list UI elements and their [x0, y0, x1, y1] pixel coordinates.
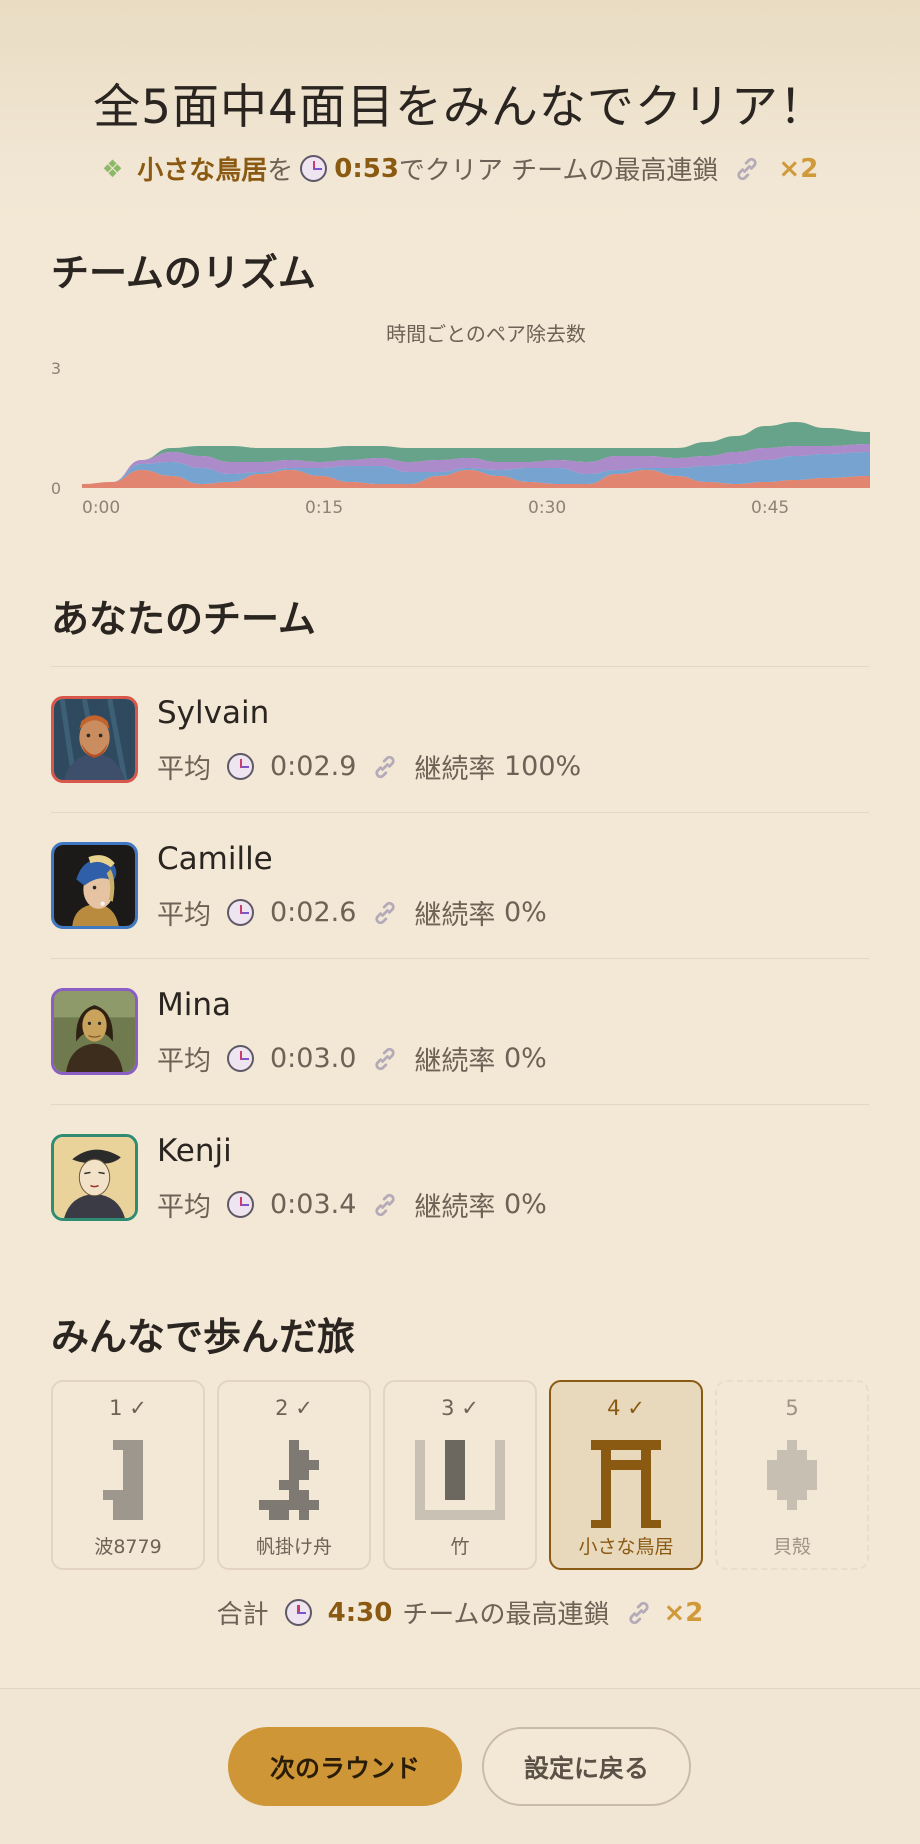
player-row: Mina 平均 0:03.0 継続率 0% — [51, 958, 869, 1104]
avg-time: 0:03.0 — [270, 1043, 357, 1074]
avg-label: 平均 — [157, 900, 211, 931]
stage-number: 2 ✓ — [275, 1396, 313, 1420]
player-list: Sylvain 平均 0:02.9 継続率 100% Camille 平均 0:… — [51, 666, 869, 1250]
x-tick-label: 0:45 — [751, 498, 789, 518]
chain-link-icon — [375, 901, 395, 924]
y-tick-label: 0 — [51, 479, 61, 498]
back-to-settings-button[interactable]: 設定に戻る — [482, 1727, 691, 1806]
total-summary: 合計 4:30 チームの最高連鎖 ×2 — [0, 1594, 920, 1631]
avg-time: 0:02.6 — [270, 897, 357, 928]
clock-icon — [300, 155, 328, 182]
journey-section-title: みんなで歩んだ旅 — [51, 1315, 356, 1359]
player-row: Kenji 平均 0:03.4 継続率 0% — [51, 1104, 869, 1250]
stage-card[interactable]: 3 ✓ 竹 — [383, 1380, 537, 1570]
avg-label: 平均 — [157, 1192, 211, 1223]
avg-label: 平均 — [157, 754, 211, 785]
clock-icon — [227, 899, 254, 926]
streak-value: 100% — [504, 751, 582, 782]
results-title: 全5面中4面目をみんなでクリア！ — [93, 80, 827, 135]
next-round-button[interactable]: 次のラウンド — [228, 1727, 462, 1806]
total-best-chain: ×2 — [663, 1597, 704, 1628]
summary-particle: を — [267, 156, 294, 186]
stage-number: 1 ✓ — [109, 1396, 147, 1420]
ukiyoe-portrait — [54, 1137, 135, 1218]
stage-card[interactable]: 2 ✓ 帆掛け舟 — [217, 1380, 371, 1570]
chain-link-icon — [375, 755, 395, 778]
streak-value: 0% — [504, 897, 547, 928]
streak-label: 継続率 — [414, 1192, 496, 1223]
stage-card-current[interactable]: 4 ✓ 小さな鳥居 — [549, 1380, 703, 1570]
summary-suffix: でクリア チームの最高連鎖 — [398, 156, 719, 186]
total-time: 4:30 — [327, 1597, 393, 1628]
player-name: Kenji — [157, 1133, 232, 1169]
avg-time: 0:03.4 — [270, 1189, 357, 1220]
rhythm-chart: 時間ごとのペア除去数 0 3 0:00 0:15 0:30 0:45 — [40, 316, 880, 526]
clear-time: 0:53 — [334, 153, 399, 184]
player-row: Sylvain 平均 0:02.9 継続率 100% — [51, 666, 869, 812]
chain-link-icon — [737, 157, 757, 180]
streak-label: 継続率 — [414, 754, 496, 785]
stage-thumbnail — [103, 1440, 143, 1520]
van-gogh-portrait — [54, 699, 135, 780]
streak-value: 0% — [504, 1189, 547, 1220]
round-summary: ❖ 小さな鳥居 を 0:53 でクリア チームの最高連鎖 ×2 — [0, 150, 920, 187]
total-chain-label: チームの最高連鎖 — [402, 1600, 610, 1630]
player-avatar — [51, 842, 138, 929]
streak-value: 0% — [504, 1043, 547, 1074]
player-name: Mina — [157, 987, 232, 1023]
best-chain: ×2 — [778, 153, 819, 184]
pearl-earring-portrait — [54, 845, 135, 926]
x-tick-label: 0:30 — [528, 498, 566, 518]
total-label: 合計 — [216, 1600, 269, 1630]
results-header: 全5面中4面目をみんなでクリア！ ❖ 小さな鳥居 を 0:53 でクリア チーム… — [0, 0, 920, 230]
chain-link-icon — [375, 1193, 395, 1216]
shell-thumbnail — [767, 1440, 817, 1510]
y-tick-label: 3 — [51, 359, 61, 378]
stage-name: 波8779 — [94, 1536, 162, 1558]
player-avatar — [51, 1134, 138, 1221]
player-stats: 平均 0:03.4 継続率 0% — [157, 1185, 547, 1224]
avg-label: 平均 — [157, 1046, 211, 1077]
stage-card[interactable]: 1 ✓ 波8779 — [51, 1380, 205, 1570]
streak-label: 継続率 — [414, 900, 496, 931]
player-name: Sylvain — [157, 695, 270, 731]
puzzle-icon: ❖ — [101, 154, 124, 183]
clock-icon — [227, 1191, 254, 1218]
chart-title: 時間ごとのペア除去数 — [386, 322, 586, 346]
x-tick-label: 0:15 — [305, 498, 343, 518]
player-stats: 平均 0:02.9 継続率 100% — [157, 747, 581, 786]
stage-name: 貝殻 — [772, 1536, 811, 1558]
stage-number: 3 ✓ — [441, 1396, 479, 1420]
stage-name: 帆掛け舟 — [255, 1536, 332, 1558]
clock-icon — [227, 753, 254, 780]
rhythm-chart-svg: 時間ごとのペア除去数 0 3 0:00 0:15 0:30 0:45 — [51, 322, 870, 518]
streak-label: 継続率 — [414, 1046, 496, 1077]
chain-link-icon — [375, 1047, 395, 1070]
player-stats: 平均 0:03.0 継続率 0% — [157, 1039, 547, 1078]
stage-name: 小さな鳥居 — [578, 1536, 674, 1558]
team-section-title: あなたのチーム — [51, 597, 316, 641]
player-name: Camille — [157, 841, 273, 877]
torii-thumbnail — [591, 1440, 661, 1528]
clock-icon — [284, 1599, 312, 1626]
stage-name: 竹 — [450, 1536, 470, 1558]
stage-number: 5 — [785, 1396, 799, 1420]
player-stats: 平均 0:02.6 継続率 0% — [157, 893, 547, 932]
stage-number: 4 ✓ — [607, 1396, 645, 1420]
stage-thumbnail — [259, 1440, 319, 1520]
puzzle-name: 小さな鳥居 — [137, 156, 268, 186]
stage-card-locked: 5 貝殻 — [715, 1380, 869, 1570]
mona-lisa-portrait — [54, 991, 135, 1072]
chain-link-icon — [628, 1601, 649, 1624]
journey-stages: 1 ✓ 波8779 2 ✓ 帆掛け舟 3 ✓ 竹 4 ✓ 小さな鳥居 5 貝殻 — [51, 1380, 869, 1570]
rhythm-section-title: チームのリズム — [51, 251, 316, 295]
player-avatar — [51, 988, 138, 1075]
player-avatar — [51, 696, 138, 783]
x-tick-label: 0:00 — [82, 498, 120, 518]
player-row: Camille 平均 0:02.6 継続率 0% — [51, 812, 869, 958]
avg-time: 0:02.9 — [270, 751, 357, 782]
clock-icon — [227, 1045, 254, 1072]
stage-thumbnail — [415, 1440, 505, 1520]
